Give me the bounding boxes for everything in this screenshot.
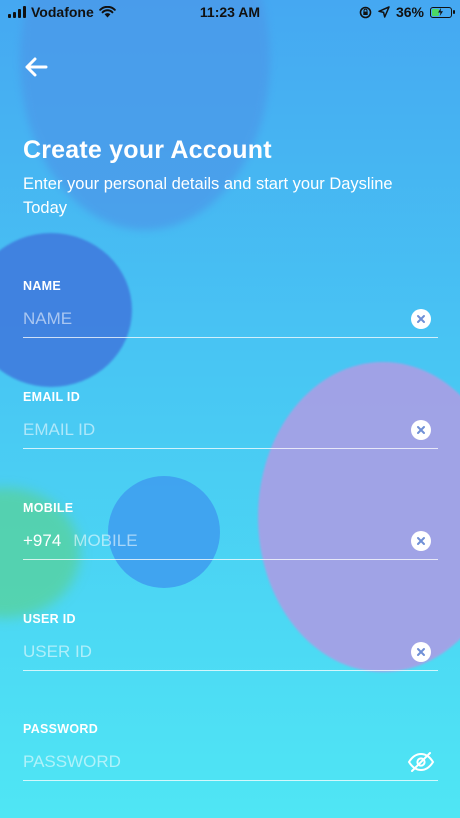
mobile-field-group: MOBILE +974 [23, 501, 438, 581]
battery-percent: 36% [395, 4, 424, 20]
email-field-group: EMAIL ID [23, 390, 438, 470]
password-input[interactable] [23, 747, 406, 777]
mobile-clear-button[interactable] [411, 531, 431, 551]
password-field-group: PASSWORD [23, 722, 438, 802]
mobile-input[interactable] [73, 526, 411, 556]
name-field-row [23, 301, 438, 338]
eye-slash-icon [407, 752, 435, 772]
name-field-group: NAME [23, 279, 438, 359]
clear-x-icon [417, 315, 425, 323]
user-id-input[interactable] [23, 637, 411, 667]
password-field-row [23, 744, 438, 781]
status-right: 36% [359, 4, 455, 20]
email-label: EMAIL ID [23, 390, 81, 404]
status-bar: Vodafone 11:23 AM 36% [0, 0, 460, 24]
arrow-left-icon [25, 57, 48, 77]
page-title: Create your Account [23, 136, 272, 164]
clear-x-icon [417, 426, 425, 434]
orientation-lock-icon [359, 6, 372, 18]
user-id-label: USER ID [23, 612, 76, 626]
back-button[interactable] [18, 52, 54, 82]
mobile-field-row: +974 [23, 523, 438, 560]
clear-x-icon [417, 537, 425, 545]
email-clear-button[interactable] [411, 420, 431, 440]
name-input[interactable] [23, 304, 411, 334]
location-arrow-icon [378, 6, 390, 18]
password-label: PASSWORD [23, 722, 99, 736]
mobile-label: MOBILE [23, 501, 74, 515]
user-id-clear-button[interactable] [411, 642, 431, 662]
battery-charging-icon [430, 6, 455, 18]
email-field-row [23, 412, 438, 449]
email-input[interactable] [23, 415, 411, 445]
clear-x-icon [417, 648, 425, 656]
page-subtitle: Enter your personal details and start yo… [23, 175, 393, 217]
country-code[interactable]: +974 [23, 531, 61, 551]
user-id-field-row [23, 634, 438, 671]
password-visibility-toggle[interactable] [406, 750, 436, 774]
name-clear-button[interactable] [411, 309, 431, 329]
name-label: NAME [23, 279, 62, 293]
create-account-screen: Vodafone 11:23 AM 36% Create your Accoun… [0, 0, 460, 818]
user-id-field-group: USER ID [23, 612, 438, 692]
